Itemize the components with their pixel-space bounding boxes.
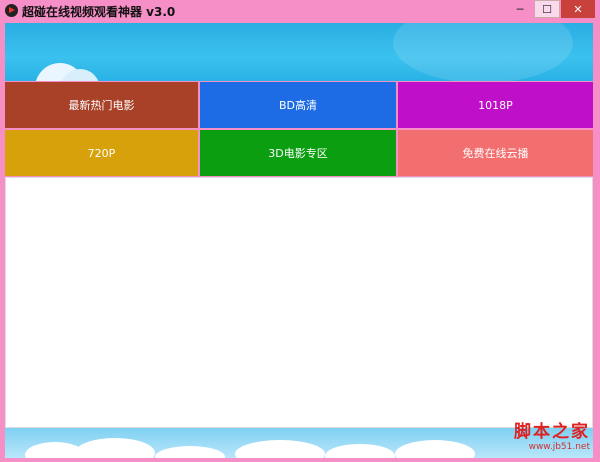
title-bar: 超碰在线视频观看神器 v3.0 ─ ☐ ✕ (0, 0, 600, 22)
tile-label: 3D电影专区 (268, 147, 328, 160)
minimize-button[interactable]: ─ (507, 0, 533, 18)
tile-label: 1018P (478, 98, 513, 112)
close-button[interactable]: ✕ (561, 0, 595, 18)
banner-decoration (393, 23, 573, 81)
tile-latest-movies[interactable]: 最新热门电影 (5, 82, 198, 128)
tile-label: 最新热门电影 (68, 99, 135, 112)
tile-label: 720P (87, 146, 116, 160)
watermark: 脚本之家 www.jb51.net (514, 417, 590, 452)
tile-free-cloud-play[interactable]: 免费在线云播 (398, 130, 593, 176)
tile-label: 免费在线云播 (462, 147, 529, 160)
tile-1018p[interactable]: 1018P (398, 82, 593, 128)
cloud-decoration (235, 440, 325, 458)
cloud-decoration (75, 438, 155, 458)
tile-3d-movies[interactable]: 3D电影专区 (200, 130, 396, 176)
window-title: 超碰在线视频观看神器 v3.0 (22, 5, 176, 19)
cloud-decoration (395, 440, 475, 458)
cloud-decoration (325, 444, 395, 458)
header-banner (5, 23, 593, 81)
tile-label: BD高清 (278, 99, 318, 112)
watermark-url: www.jb51.net (528, 442, 590, 452)
maximize-button[interactable]: ☐ (534, 0, 560, 18)
watermark-text: 脚本之家 (514, 422, 590, 442)
footer-clouds (5, 428, 593, 458)
tile-720p[interactable]: 720P (5, 130, 198, 176)
content-panel[interactable] (5, 177, 593, 428)
tile-bd-hd[interactable]: BD高清 (200, 82, 396, 128)
cloud-decoration (155, 446, 225, 458)
app-window: 超碰在线视频观看神器 v3.0 ─ ☐ ✕ 最新热门电影 BD高清 1018P … (0, 0, 600, 462)
play-icon (5, 4, 18, 17)
